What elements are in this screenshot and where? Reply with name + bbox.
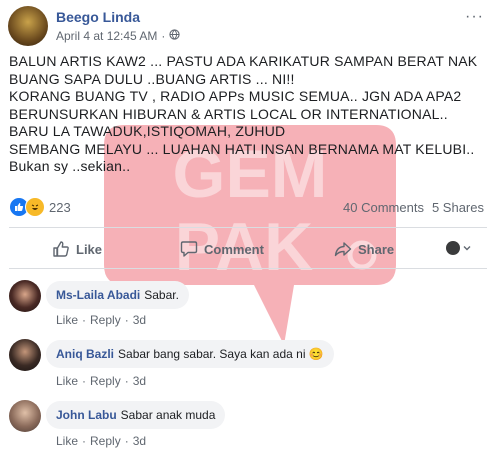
- comment-reply-link[interactable]: Reply: [90, 374, 121, 388]
- divider-bottom: [9, 268, 487, 269]
- commenter-name[interactable]: Ms-Laila Abadi: [56, 288, 140, 302]
- comment-reply-link[interactable]: Reply: [90, 434, 121, 448]
- thumbs-up-icon: [53, 241, 69, 257]
- comment-text: Sabar.: [144, 288, 179, 302]
- comment-time[interactable]: 3d: [133, 313, 146, 327]
- comment-time[interactable]: 3d: [133, 434, 146, 448]
- commenter-avatar[interactable]: [9, 280, 41, 312]
- comment-like-link[interactable]: Like: [56, 374, 78, 388]
- comment-bubble: Aniq Bazli Sabar bang sabar. Saya kan ada…: [46, 340, 334, 368]
- comment-actions: Like · Reply · 3d: [56, 374, 146, 388]
- dot-separator: ·: [124, 374, 129, 388]
- commenter-name[interactable]: John Labu: [56, 408, 117, 422]
- shares-count[interactable]: 5 Shares: [432, 200, 484, 215]
- engagement-counts: 40 Comments 5 Shares: [343, 200, 484, 215]
- commenter-avatar[interactable]: [9, 400, 41, 432]
- comment-button[interactable]: Comment: [180, 240, 264, 258]
- divider-top: [9, 227, 487, 228]
- like-button[interactable]: Like: [52, 240, 102, 258]
- comment-time[interactable]: 3d: [133, 374, 146, 388]
- comment-bubble: John Labu Sabar anak muda: [46, 401, 226, 429]
- commenter-avatar[interactable]: [9, 339, 41, 371]
- post-meta: April 4 at 12:45 AM ·: [56, 29, 181, 43]
- more-options-icon[interactable]: ···: [465, 8, 484, 26]
- dot-separator: ·: [82, 374, 87, 388]
- dot-separator: ·: [124, 434, 129, 448]
- comment-actions: Like · Reply · 3d: [56, 313, 146, 327]
- public-globe-icon: [169, 29, 181, 43]
- comment-bubble-icon: [180, 241, 198, 257]
- author-avatar[interactable]: [8, 6, 48, 46]
- comments-count[interactable]: 40 Comments: [343, 200, 424, 215]
- post-author[interactable]: Beego Linda: [56, 9, 140, 25]
- dot-separator: ·: [82, 434, 87, 448]
- reactions-summary[interactable]: 223: [9, 197, 71, 217]
- comment-bubble: Ms-Laila Abadi Sabar.: [46, 281, 189, 309]
- post-timestamp[interactable]: April 4 at 12:45 AM: [56, 29, 157, 43]
- share-arrow-icon: [334, 242, 352, 257]
- share-label: Share: [358, 241, 395, 257]
- post-body: BALUN ARTIS KAW2 ... PASTU ADA KARIKATUR…: [9, 53, 478, 174]
- chevron-down-icon: [463, 246, 471, 251]
- haha-reaction-icon: [25, 197, 45, 217]
- reaction-audience-selector[interactable]: [446, 241, 471, 255]
- comment-like-link[interactable]: Like: [56, 313, 78, 327]
- meta-separator: ·: [161, 29, 166, 43]
- dot-separator: ·: [82, 313, 87, 327]
- like-label: Like: [76, 241, 103, 257]
- comment-label: Comment: [204, 241, 264, 257]
- share-button[interactable]: Share: [334, 240, 394, 258]
- commenter-name[interactable]: Aniq Bazli: [56, 347, 114, 361]
- comment-text: Sabar bang sabar. Saya kan ada ni 😊: [118, 347, 324, 361]
- comment-text: Sabar anak muda: [120, 408, 216, 422]
- comment-actions: Like · Reply · 3d: [56, 434, 146, 448]
- dot-separator: ·: [124, 313, 129, 327]
- comment-like-link[interactable]: Like: [56, 434, 78, 448]
- audience-avatar: [446, 241, 460, 255]
- comment-reply-link[interactable]: Reply: [90, 313, 121, 327]
- reaction-count[interactable]: 223: [49, 200, 71, 215]
